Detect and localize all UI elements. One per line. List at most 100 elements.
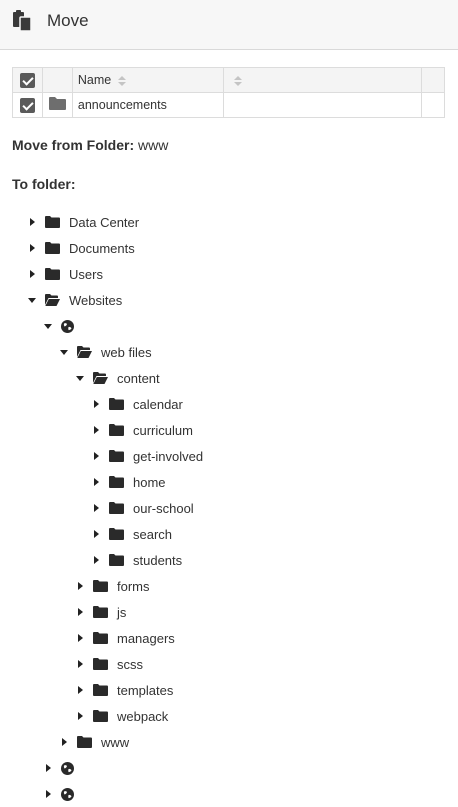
- icon-column-header: [41, 67, 73, 93]
- tree-node[interactable]: home: [92, 469, 166, 495]
- extra-column-header[interactable]: [222, 67, 423, 93]
- caret-right-icon[interactable]: [60, 737, 68, 747]
- tree-node[interactable]: search: [92, 521, 172, 547]
- tree-node-label: Data Center: [69, 214, 140, 230]
- move-from-folder: Move from Folder: www: [12, 137, 168, 153]
- tree-node-label: Users: [69, 266, 103, 282]
- dialog-title: Move: [47, 11, 89, 30]
- caret-right-icon[interactable]: [44, 763, 52, 773]
- folder-icon: [48, 97, 66, 110]
- table-header-row: Name: [12, 67, 445, 93]
- caret-right-icon[interactable]: [92, 425, 100, 435]
- folder-icon: [93, 606, 108, 618]
- caret-right-icon[interactable]: [92, 477, 100, 487]
- caret-right-icon[interactable]: [76, 685, 84, 695]
- tree-node-label: managers: [117, 630, 175, 646]
- caret-right-icon[interactable]: [76, 711, 84, 721]
- tree-node[interactable]: [44, 313, 74, 339]
- table-row[interactable]: announcements: [12, 92, 445, 118]
- caret-right-icon[interactable]: [76, 607, 84, 617]
- caret-right-icon[interactable]: [76, 633, 84, 643]
- select-all-cell[interactable]: [12, 67, 43, 93]
- row-name-cell[interactable]: announcements: [71, 92, 224, 118]
- folder-icon: [93, 684, 108, 696]
- folder-icon: [93, 710, 108, 722]
- tree-node[interactable]: web files: [60, 339, 152, 365]
- caret-right-icon[interactable]: [92, 399, 100, 409]
- tree-node-label: Websites: [69, 292, 123, 308]
- tree-node[interactable]: forms: [76, 573, 150, 599]
- caret-right-icon[interactable]: [76, 581, 84, 591]
- tree-node[interactable]: managers: [76, 625, 175, 651]
- caret-down-icon[interactable]: [76, 373, 84, 383]
- folder-icon: [45, 216, 60, 228]
- tree-node-label: forms: [117, 578, 150, 594]
- caret-down-icon[interactable]: [60, 347, 68, 357]
- folder-icon: [45, 268, 60, 280]
- last-column-header: [421, 67, 445, 93]
- row-last-cell: [421, 92, 445, 118]
- tree-node[interactable]: curriculum: [92, 417, 193, 443]
- tree-node[interactable]: students: [92, 547, 182, 573]
- caret-right-icon[interactable]: [28, 217, 36, 227]
- tree-node[interactable]: content: [76, 365, 160, 391]
- caret-right-icon[interactable]: [28, 269, 36, 279]
- tree-node[interactable]: templates: [76, 677, 173, 703]
- sort-icon[interactable]: [117, 75, 126, 86]
- to-folder-label: To folder:: [12, 176, 76, 192]
- tree-node[interactable]: [44, 781, 74, 807]
- tree-node-label: www: [101, 734, 130, 750]
- row-checkbox[interactable]: [19, 97, 35, 113]
- caret-right-icon[interactable]: [92, 503, 100, 513]
- caret-right-icon[interactable]: [76, 659, 84, 669]
- tree-node-label: webpack: [117, 708, 169, 724]
- caret-right-icon[interactable]: [28, 243, 36, 253]
- tree-node-label: home: [133, 474, 166, 490]
- tree-node-label: content: [117, 370, 160, 386]
- row-icon-cell: [41, 92, 73, 118]
- caret-right-icon[interactable]: [92, 555, 100, 565]
- tree-node[interactable]: www: [60, 729, 129, 755]
- folder-icon: [93, 632, 108, 644]
- caret-down-icon[interactable]: [28, 295, 36, 305]
- tree-node[interactable]: our-school: [92, 495, 194, 521]
- tree-node[interactable]: webpack: [76, 703, 168, 729]
- name-column-header[interactable]: Name: [71, 67, 224, 93]
- folder-icon: [93, 580, 108, 592]
- row-select-cell[interactable]: [12, 92, 43, 118]
- row-name: announcements: [77, 98, 167, 112]
- caret-down-icon[interactable]: [44, 321, 52, 331]
- sort-icon[interactable]: [233, 75, 242, 86]
- select-all-checkbox[interactable]: [19, 72, 35, 88]
- folder-icon: [45, 242, 60, 254]
- caret-right-icon[interactable]: [92, 529, 100, 539]
- folder-icon: [109, 398, 124, 410]
- globe-icon: [61, 761, 74, 775]
- move-from-label: Move from Folder:: [12, 137, 135, 153]
- folder-open-icon: [93, 372, 108, 384]
- folder-icon: [109, 528, 124, 540]
- folder-icon: [109, 450, 124, 462]
- tree-node[interactable]: Data Center: [28, 209, 139, 235]
- tree-node[interactable]: calendar: [92, 391, 183, 417]
- selected-files-table: Name announcements: [12, 67, 445, 118]
- clipboard-icon: [13, 10, 32, 32]
- tree-node[interactable]: Documents: [28, 235, 135, 261]
- globe-icon: [61, 319, 74, 333]
- tree-node[interactable]: Users: [28, 261, 103, 287]
- folder-icon: [93, 658, 108, 670]
- tree-node[interactable]: [44, 755, 74, 781]
- folder-icon: [109, 502, 124, 514]
- caret-right-icon[interactable]: [92, 451, 100, 461]
- tree-node-label: calendar: [133, 396, 183, 412]
- tree-node[interactable]: get-involved: [92, 443, 203, 469]
- tree-node[interactable]: js: [76, 599, 126, 625]
- tree-node[interactable]: Websites: [28, 287, 122, 313]
- globe-icon: [61, 787, 74, 801]
- move-from-value: www: [138, 137, 169, 153]
- caret-right-icon[interactable]: [44, 789, 52, 799]
- tree-node-label: curriculum: [133, 422, 193, 438]
- tree-node-label: web files: [101, 344, 152, 360]
- folder-icon: [109, 554, 124, 566]
- tree-node[interactable]: scss: [76, 651, 143, 677]
